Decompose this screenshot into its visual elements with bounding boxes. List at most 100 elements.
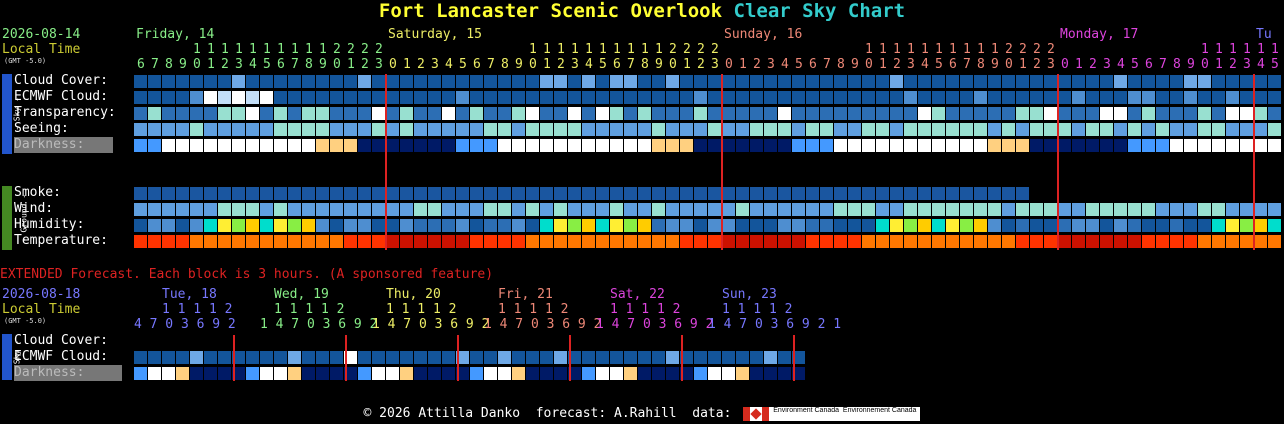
temperature-cell[interactable] [372,235,385,248]
ext-darkness-cell[interactable] [176,367,189,380]
wind-cell[interactable] [1016,203,1029,216]
humidity-cell[interactable] [1044,219,1057,232]
smoke-cell[interactable] [400,187,413,200]
temperature-cell[interactable] [512,235,525,248]
cloud-cell[interactable] [428,75,441,88]
ext-darkness-cell[interactable] [484,367,497,380]
smoke-cell[interactable] [736,187,749,200]
temperature-cell[interactable] [1072,235,1085,248]
darkness-cell[interactable] [246,139,259,152]
ecmwf-cell[interactable] [484,91,497,104]
smoke-cell[interactable] [134,187,147,200]
ext-darkness-cell[interactable] [428,367,441,380]
seeing-cell[interactable] [302,123,315,136]
wind-cell[interactable] [1240,203,1253,216]
cloud-cell[interactable] [890,75,903,88]
cloud-cell[interactable] [134,75,147,88]
smoke-cell[interactable] [162,187,175,200]
temperature-cell[interactable] [876,235,889,248]
seeing-cell[interactable] [750,123,763,136]
temperature-cell[interactable] [554,235,567,248]
seeing-cell[interactable] [428,123,441,136]
darkness-cell[interactable] [652,139,665,152]
transparency-cell[interactable] [652,107,665,120]
wind-cell[interactable] [1128,203,1141,216]
wind-cell[interactable] [204,203,217,216]
cloud-cell[interactable] [316,75,329,88]
seeing-cell[interactable] [862,123,875,136]
seeing-cell[interactable] [162,123,175,136]
wind-cell[interactable] [470,203,483,216]
ecmwf-cell[interactable] [1268,91,1281,104]
ecmwf-cell[interactable] [708,91,721,104]
seeing-cell[interactable] [960,123,973,136]
humidity-cell[interactable] [204,219,217,232]
temperature-cell[interactable] [1114,235,1127,248]
humidity-cell[interactable] [974,219,987,232]
temperature-cell[interactable] [484,235,497,248]
humidity-cell[interactable] [582,219,595,232]
darkness-cell[interactable] [1058,139,1071,152]
ecmwf-cell[interactable] [778,91,791,104]
smoke-cell[interactable] [274,187,287,200]
transparency-cell[interactable] [1254,107,1267,120]
seeing-cell[interactable] [1156,123,1169,136]
cloud-cell[interactable] [582,75,595,88]
humidity-cell[interactable] [442,219,455,232]
darkness-cell[interactable] [498,139,511,152]
temperature-cell[interactable] [470,235,483,248]
cloud-cell[interactable] [456,75,469,88]
humidity-cell[interactable] [988,219,1001,232]
ext-ecmwf-cell[interactable] [610,351,623,364]
humidity-cell[interactable] [722,219,735,232]
environment-canada-logo[interactable]: Environment Canada Environnement Canada [769,406,921,421]
temperature-cell[interactable] [988,235,1001,248]
temperature-cell[interactable] [162,235,175,248]
smoke-cell[interactable] [288,187,301,200]
wind-cell[interactable] [638,203,651,216]
darkness-cell[interactable] [834,139,847,152]
humidity-cell[interactable] [1240,219,1253,232]
transparency-cell[interactable] [792,107,805,120]
darkness-cell[interactable] [316,139,329,152]
wind-cell[interactable] [456,203,469,216]
smoke-cell[interactable] [148,187,161,200]
seeing-cell[interactable] [610,123,623,136]
seeing-cell[interactable] [694,123,707,136]
seeing-cell[interactable] [176,123,189,136]
smoke-cell[interactable] [204,187,217,200]
cloud-cell[interactable] [568,75,581,88]
ecmwf-cell[interactable] [302,91,315,104]
cloud-cell[interactable] [470,75,483,88]
temperature-cell[interactable] [834,235,847,248]
darkness-cell[interactable] [764,139,777,152]
wind-cell[interactable] [134,203,147,216]
ext-darkness-cell[interactable] [554,367,567,380]
smoke-cell[interactable] [974,187,987,200]
temperature-cell[interactable] [344,235,357,248]
cloud-cell[interactable] [1156,75,1169,88]
ext-darkness-cell[interactable] [708,367,721,380]
temperature-cell[interactable] [1240,235,1253,248]
humidity-cell[interactable] [1170,219,1183,232]
transparency-cell[interactable] [638,107,651,120]
cloud-cell[interactable] [1100,75,1113,88]
humidity-cell[interactable] [680,219,693,232]
smoke-cell[interactable] [344,187,357,200]
darkness-cell[interactable] [1114,139,1127,152]
ext-darkness-cell[interactable] [330,367,343,380]
cloud-cell[interactable] [1198,75,1211,88]
cloud-cell[interactable] [1002,75,1015,88]
darkness-cell[interactable] [386,139,399,152]
temperature-cell[interactable] [1170,235,1183,248]
humidity-cell[interactable] [1198,219,1211,232]
cloud-cell[interactable] [946,75,959,88]
ext-ecmwf-cell[interactable] [470,351,483,364]
humidity-cell[interactable] [330,219,343,232]
transparency-cell[interactable] [288,107,301,120]
humidity-cell[interactable] [1254,219,1267,232]
smoke-cell[interactable] [442,187,455,200]
transparency-cell[interactable] [316,107,329,120]
ecmwf-cell[interactable] [736,91,749,104]
transparency-cell[interactable] [1058,107,1071,120]
